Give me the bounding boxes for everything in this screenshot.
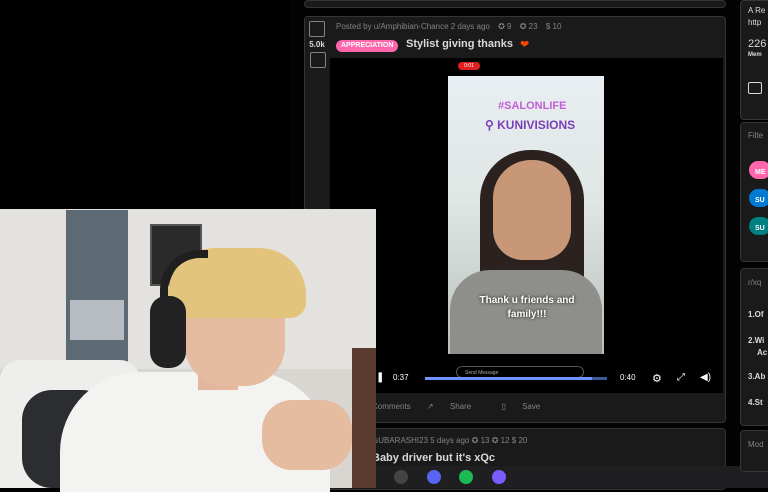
post2-award-count-1: 13	[480, 436, 490, 445]
post-actions: Comments ↗ Share ▯ Save	[372, 402, 568, 411]
time-current: 0:37	[393, 373, 409, 382]
location-pin-icon: ⚲	[485, 118, 494, 132]
spotify-icon[interactable]	[459, 470, 473, 484]
time-total: 0:40	[620, 373, 636, 382]
share-icon: ↗	[426, 402, 436, 411]
streamer-arm	[262, 400, 352, 470]
post2-posted-by[interactable]: /sUBARASHI23 5 days ago	[372, 436, 469, 445]
share-button[interactable]: ↗ Share	[427, 402, 485, 411]
app-icon[interactable]	[492, 470, 506, 484]
share-label: Share	[449, 402, 472, 411]
overlay-brand-text: KUNIVISIONS	[497, 118, 576, 132]
award-icon: ✪	[471, 436, 481, 445]
post2-award-count-3: 20	[518, 436, 528, 445]
downvote-icon[interactable]	[310, 52, 326, 68]
post-meta: Posted by u/Amphibian-Chance 2 days ago …	[336, 22, 561, 31]
rule-2[interactable]: 2.Wi	[748, 336, 764, 345]
fullscreen-icon[interactable]: ⤢	[677, 372, 685, 383]
upvote-icon[interactable]	[309, 21, 325, 37]
filter-pill-label: SU	[755, 225, 765, 232]
progress-fill	[425, 377, 593, 380]
bookmark-icon: ▯	[501, 402, 509, 411]
posted-by[interactable]: Posted by u/Amphibian-Chance 2 days ago	[336, 22, 490, 31]
webcam-shelf	[70, 300, 124, 340]
chrome-icon[interactable]	[394, 470, 408, 484]
moderators-card	[740, 430, 768, 472]
post2-award-count-2: 12	[500, 436, 510, 445]
filter-pill-2[interactable]: SU	[749, 189, 768, 207]
volume-icon[interactable]: ◀)	[700, 372, 711, 383]
filter-pill-label: SU	[755, 197, 765, 204]
award-icon: ✪	[498, 22, 505, 31]
filter-heading: Filte	[748, 131, 764, 140]
recording-badge: 0:01	[458, 62, 480, 70]
member-count: 226	[748, 38, 767, 50]
award-icon: ✪	[519, 22, 527, 31]
save-label: Save	[522, 402, 541, 411]
post2-meta: /sUBARASHI23 5 days ago ✪ 13 ✪ 12 $ 20	[372, 436, 527, 445]
award-count-3: 10	[552, 22, 562, 31]
award-count-2: 23	[528, 22, 538, 31]
overlay-tag: #SALONLIFE	[498, 100, 567, 112]
calendar-icon	[748, 82, 762, 94]
filter-pill-1[interactable]: ME	[749, 161, 768, 179]
webcam-doorway	[66, 210, 128, 368]
award-icon: ✪	[491, 436, 501, 445]
gear-icon[interactable]: ⚙	[652, 372, 662, 385]
overlay-brand: ⚲ KUNIVISIONS	[485, 118, 575, 132]
post-title[interactable]: Stylist giving thanks	[406, 38, 513, 50]
moderators-heading: Mod	[748, 440, 764, 449]
video-caption: Thank u friends and family!!!	[479, 295, 575, 320]
post-flair[interactable]: APPRECIATION	[336, 40, 399, 52]
filter-pill-label: ME	[755, 169, 766, 176]
comments-button[interactable]: Comments	[372, 402, 411, 411]
webcam-furniture	[352, 348, 376, 488]
heart-icon: ❤	[520, 39, 530, 51]
url-line[interactable]: http	[748, 18, 761, 27]
coin-icon: $	[545, 22, 551, 31]
rule-1[interactable]: 1.Of	[748, 310, 764, 319]
post-score: 5.0k	[309, 40, 325, 49]
rule-4[interactable]: 4.St	[748, 398, 763, 407]
discord-icon[interactable]	[427, 470, 441, 484]
about-line: A Re	[748, 6, 766, 15]
rule-3[interactable]: 3.Ab	[748, 372, 765, 381]
filter-pill-3[interactable]: SU	[749, 217, 768, 235]
video-person-face	[493, 160, 571, 260]
member-label: Mem	[748, 52, 762, 58]
rule-2-cont: Ac	[757, 348, 768, 357]
rules-heading: r/xq	[748, 278, 762, 287]
award-count-1: 9	[507, 22, 512, 31]
save-button[interactable]: ▯ Save	[501, 402, 554, 411]
previous-post-card	[304, 0, 726, 8]
headset-icon	[150, 296, 186, 368]
pause-icon[interactable]: ❚	[376, 372, 384, 383]
post2-title[interactable]: Baby driver but it's xQc	[372, 452, 495, 464]
